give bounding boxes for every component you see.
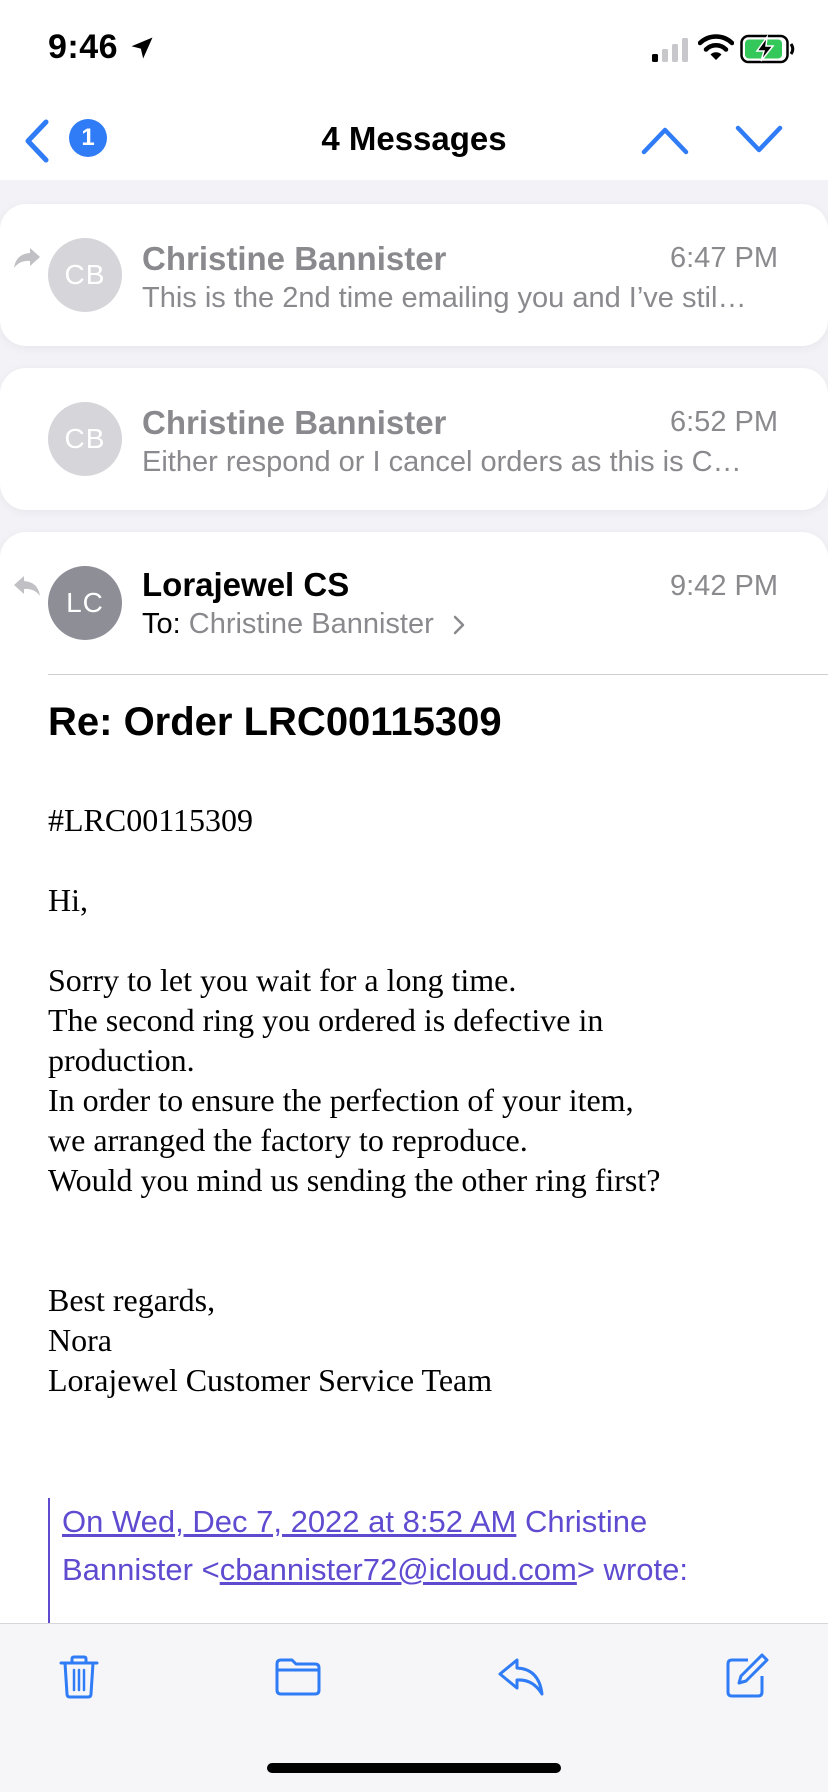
sender-name: Christine Bannister <box>142 404 447 441</box>
body-line: Nora <box>48 1322 112 1358</box>
body-line: #LRC00115309 <box>48 802 254 838</box>
message-card[interactable]: CB Christine Bannister 6:47 PM This is t… <box>0 204 828 346</box>
body-line: Best regards, <box>48 1282 216 1318</box>
previous-message-icon[interactable] <box>640 124 690 156</box>
message-time: 6:47 PM <box>670 242 778 274</box>
body-line: Hi, <box>48 882 88 918</box>
message-time: 6:52 PM <box>670 406 778 438</box>
message-preview: Either respond or I cancel orders as thi… <box>142 446 742 478</box>
compose-icon[interactable] <box>722 1652 770 1700</box>
next-message-icon[interactable] <box>734 124 784 156</box>
email-subject: Re: Order LRC00115309 <box>48 700 502 744</box>
body-line <box>48 920 808 960</box>
recipient-name[interactable]: Christine Bannister <box>189 608 434 640</box>
cellular-signal-icon <box>652 38 688 62</box>
sender-name: Christine Bannister <box>142 240 447 277</box>
avatar: CB <box>48 402 122 476</box>
body-line: Would you mind us sending the other ring… <box>48 1162 661 1198</box>
body-line: production. <box>48 1042 195 1078</box>
status-time: 9:46 <box>48 28 119 66</box>
body-line: Sorry to let you wait for a long time. <box>48 962 517 998</box>
quoted-header: On Wed, Dec 7, 2022 at 8:52 AM Christine… <box>48 1498 808 1628</box>
reply-icon[interactable] <box>497 1652 545 1700</box>
avatar: LC <box>48 566 122 640</box>
sender-name[interactable]: Lorajewel CS <box>142 566 349 604</box>
body-line <box>48 1200 808 1240</box>
chevron-right-icon[interactable] <box>452 614 466 636</box>
body-line: we arranged the factory to reproduce. <box>48 1122 528 1158</box>
email-body: #LRC00115309 Hi, Sorry to let you wait f… <box>48 800 808 1400</box>
folder-icon[interactable] <box>274 1652 322 1700</box>
wifi-icon <box>698 34 734 60</box>
forwarded-icon <box>14 248 40 268</box>
recipient-line[interactable]: To: Christine Bannister <box>142 608 466 641</box>
body-line: In order to ensure the perfection of you… <box>48 1082 634 1118</box>
avatar: CB <box>48 238 122 312</box>
quote-suffix: > wrote: <box>576 1552 688 1587</box>
body-line: The second ring you ordered is defective… <box>48 1002 604 1038</box>
body-line <box>48 1240 808 1280</box>
quote-name-part: Christine <box>516 1504 648 1539</box>
quote-line-2: Bannister <cbannister72@icloud.com> wrot… <box>62 1546 808 1594</box>
quote-email-link[interactable]: cbannister72@icloud.com <box>220 1552 577 1587</box>
location-arrow-icon <box>131 37 153 59</box>
battery-charging-icon <box>740 34 795 64</box>
quote-name-part: Bannister < <box>62 1552 220 1587</box>
message-card[interactable]: CB Christine Bannister 6:52 PM Either re… <box>0 368 828 510</box>
message-time: 9:42 PM <box>670 570 778 602</box>
quote-line-1: On Wed, Dec 7, 2022 at 8:52 AM Christine <box>62 1498 808 1546</box>
body-line <box>48 840 808 880</box>
body-line: Lorajewel Customer Service Team <box>48 1362 493 1398</box>
open-message: LC Lorajewel CS 9:42 PM To: Christine Ba… <box>0 532 828 1632</box>
header-divider <box>48 674 828 675</box>
trash-icon[interactable] <box>55 1652 103 1700</box>
quote-date-link[interactable]: On Wed, Dec 7, 2022 at 8:52 AM <box>62 1504 516 1539</box>
message-preview: This is the 2nd time emailing you and I’… <box>142 282 747 314</box>
home-indicator <box>267 1763 561 1773</box>
page-title: 4 Messages <box>321 120 507 157</box>
replied-icon <box>14 576 40 596</box>
to-label: To: <box>142 608 181 640</box>
